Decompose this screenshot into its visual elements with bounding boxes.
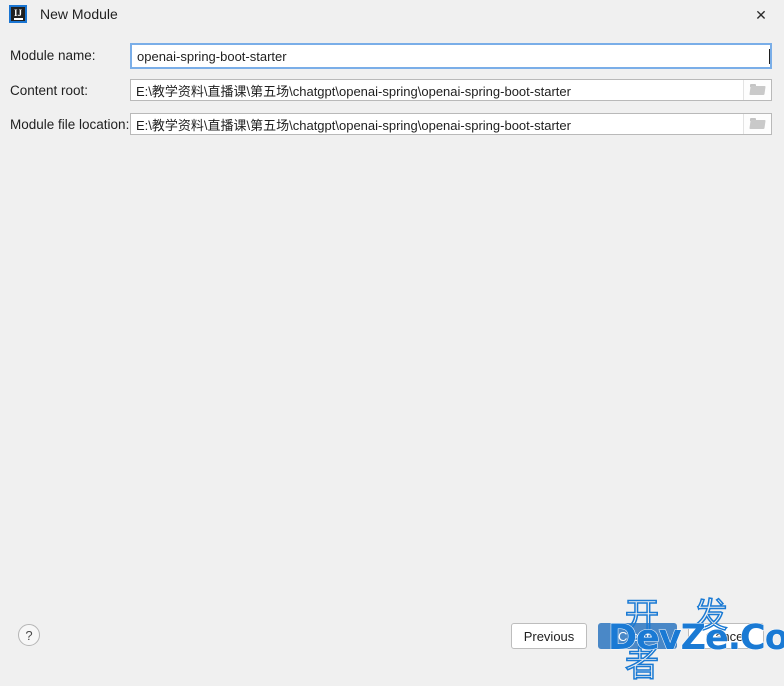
folder-icon bbox=[749, 84, 766, 96]
new-module-form: Module name: openai-spring-boot-starter … bbox=[0, 40, 784, 142]
form-row-content-root: Content root: E:\教学资料\直播课\第五场\chatgpt\op… bbox=[0, 74, 784, 108]
app-icon-letters: IJ bbox=[13, 7, 22, 18]
window-titlebar: IJ New Module ✕ bbox=[0, 0, 784, 31]
module-file-location-field[interactable]: E:\教学资料\直播课\第五场\chatgpt\openai-spring\op… bbox=[130, 113, 772, 135]
module-file-location-browse-button[interactable] bbox=[743, 114, 771, 134]
module-name-field[interactable]: openai-spring-boot-starter bbox=[130, 43, 772, 69]
text-caret bbox=[769, 48, 770, 64]
help-icon[interactable]: ? bbox=[18, 624, 40, 646]
form-row-module-name: Module name: openai-spring-boot-starter bbox=[0, 40, 784, 74]
content-root-browse-button[interactable] bbox=[743, 80, 771, 100]
create-button[interactable]: Create bbox=[598, 623, 677, 649]
window-title: New Module bbox=[40, 6, 118, 22]
previous-button[interactable]: Previous bbox=[511, 623, 587, 649]
close-icon[interactable]: ✕ bbox=[738, 0, 784, 31]
module-file-location-value[interactable]: E:\教学资料\直播课\第五场\chatgpt\openai-spring\op… bbox=[131, 115, 743, 134]
form-row-module-file-location: Module file location: E:\教学资料\直播课\第五场\ch… bbox=[0, 108, 784, 142]
module-name-label: Module name: bbox=[10, 48, 96, 63]
folder-icon bbox=[749, 118, 766, 130]
module-name-value[interactable]: openai-spring-boot-starter bbox=[132, 49, 769, 64]
app-icon-bar bbox=[13, 17, 23, 20]
module-file-location-label: Module file location: bbox=[10, 117, 130, 132]
intellij-idea-icon: IJ bbox=[9, 5, 27, 23]
content-root-label: Content root: bbox=[10, 83, 89, 98]
content-root-field[interactable]: E:\教学资料\直播课\第五场\chatgpt\openai-spring\op… bbox=[130, 79, 772, 101]
content-root-value[interactable]: E:\教学资料\直播课\第五场\chatgpt\openai-spring\op… bbox=[131, 81, 743, 100]
cancel-button[interactable]: Cancel bbox=[688, 623, 764, 649]
